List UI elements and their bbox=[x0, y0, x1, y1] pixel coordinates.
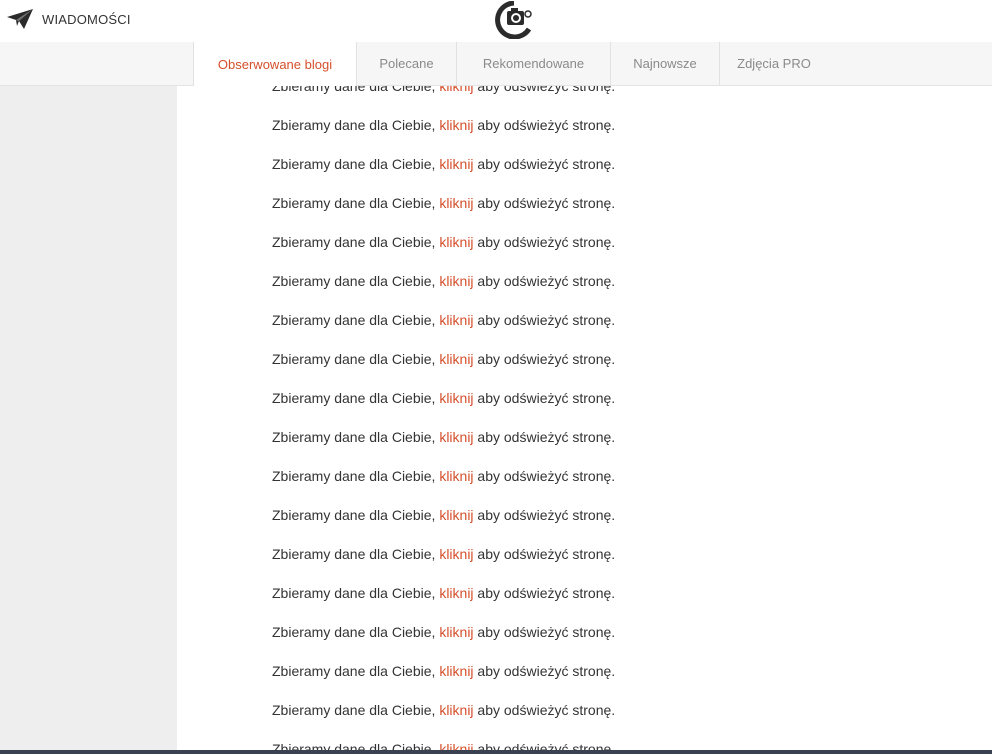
feed-message-after: aby odświeżyć stronę. bbox=[473, 312, 616, 328]
feed-message-after: aby odświeżyć stronę. bbox=[473, 546, 616, 562]
feed-item: Zbieramy dane dla Ciebie, kliknij aby od… bbox=[272, 621, 615, 660]
tab-zdjecia-pro[interactable]: Zdjęcia PRO bbox=[720, 42, 828, 85]
feed-message-before: Zbieramy dane dla Ciebie, bbox=[272, 195, 440, 211]
tab-obserwowane-blogi[interactable]: Obserwowane blogi bbox=[193, 42, 357, 86]
top-header: WIADOMOŚCI bbox=[0, 0, 992, 42]
feed-message-after: aby odświeżyć stronę. bbox=[473, 156, 616, 172]
feed-message-before: Zbieramy dane dla Ciebie, bbox=[272, 546, 440, 562]
refresh-link[interactable]: kliknij bbox=[439, 390, 473, 406]
feed-message-before: Zbieramy dane dla Ciebie, bbox=[272, 351, 440, 367]
feed-item: Zbieramy dane dla Ciebie, kliknij aby od… bbox=[272, 153, 615, 192]
refresh-link[interactable]: kliknij bbox=[439, 156, 473, 172]
feed-item: Zbieramy dane dla Ciebie, kliknij aby od… bbox=[272, 426, 615, 465]
feed-list: Zbieramy dane dla Ciebie, kliknij aby od… bbox=[272, 86, 615, 750]
refresh-link[interactable]: kliknij bbox=[439, 195, 473, 211]
refresh-link[interactable]: kliknij bbox=[439, 117, 473, 133]
refresh-link[interactable]: kliknij bbox=[439, 273, 473, 289]
refresh-link[interactable]: kliknij bbox=[439, 429, 473, 445]
feed-message-after: aby odświeżyć stronę. bbox=[473, 390, 616, 406]
feed-message-after: aby odświeżyć stronę. bbox=[473, 429, 616, 445]
tab-rekomendowane[interactable]: Rekomendowane bbox=[457, 42, 611, 85]
refresh-link[interactable]: kliknij bbox=[439, 546, 473, 562]
feed-item: Zbieramy dane dla Ciebie, kliknij aby od… bbox=[272, 114, 615, 153]
tab-polecane[interactable]: Polecane bbox=[357, 42, 457, 85]
feed-message-before: Zbieramy dane dla Ciebie, bbox=[272, 624, 440, 640]
bottom-strip bbox=[0, 750, 992, 754]
refresh-link[interactable]: kliknij bbox=[439, 741, 473, 750]
refresh-link[interactable]: kliknij bbox=[439, 702, 473, 718]
feed-message-before: Zbieramy dane dla Ciebie, bbox=[272, 429, 440, 445]
refresh-link[interactable]: kliknij bbox=[439, 585, 473, 601]
messages-label: WIADOMOŚCI bbox=[42, 11, 131, 27]
refresh-link[interactable]: kliknij bbox=[439, 312, 473, 328]
feed-item: Zbieramy dane dla Ciebie, kliknij aby od… bbox=[272, 504, 615, 543]
feed-message-after: aby odświeżyć stronę. bbox=[473, 117, 616, 133]
feed-message-before: Zbieramy dane dla Ciebie, bbox=[272, 507, 440, 523]
feed-item: Zbieramy dane dla Ciebie, kliknij aby od… bbox=[272, 387, 615, 426]
feed-item: Zbieramy dane dla Ciebie, kliknij aby od… bbox=[272, 309, 615, 348]
feed-message-after: aby odświeżyć stronę. bbox=[473, 273, 616, 289]
feed-item: Zbieramy dane dla Ciebie, kliknij aby od… bbox=[272, 86, 615, 114]
feed-message-before: Zbieramy dane dla Ciebie, bbox=[272, 741, 440, 750]
feed-message-after: aby odświeżyć stronę. bbox=[473, 585, 616, 601]
refresh-link[interactable]: kliknij bbox=[439, 468, 473, 484]
feed-item: Zbieramy dane dla Ciebie, kliknij aby od… bbox=[272, 543, 615, 582]
feed-message-after: aby odświeżyć stronę. bbox=[473, 741, 616, 750]
refresh-link[interactable]: kliknij bbox=[439, 234, 473, 250]
feed-item: Zbieramy dane dla Ciebie, kliknij aby od… bbox=[272, 738, 615, 750]
feed-message-after: aby odświeżyć stronę. bbox=[473, 234, 616, 250]
feed-message-before: Zbieramy dane dla Ciebie, bbox=[272, 117, 440, 133]
paper-plane-icon bbox=[6, 8, 34, 30]
feed-message-before: Zbieramy dane dla Ciebie, bbox=[272, 468, 440, 484]
feed-message-before: Zbieramy dane dla Ciebie, bbox=[272, 234, 440, 250]
feed-message-before: Zbieramy dane dla Ciebie, bbox=[272, 585, 440, 601]
feed-message-after: aby odświeżyć stronę. bbox=[473, 507, 616, 523]
feed-message-after: aby odświeżyć stronę. bbox=[473, 195, 616, 211]
tab-najnowsze[interactable]: Najnowsze bbox=[611, 42, 720, 85]
feed-message-after: aby odświeżyć stronę. bbox=[473, 702, 616, 718]
feed-message-before: Zbieramy dane dla Ciebie, bbox=[272, 273, 440, 289]
feed-item: Zbieramy dane dla Ciebie, kliknij aby od… bbox=[272, 582, 615, 621]
feed-content[interactable]: Zbieramy dane dla Ciebie, kliknij aby od… bbox=[177, 86, 992, 750]
feed-message-after: aby odświeżyć stronę. bbox=[473, 663, 616, 679]
refresh-link[interactable]: kliknij bbox=[439, 663, 473, 679]
refresh-link[interactable]: kliknij bbox=[439, 507, 473, 523]
feed-message-after: aby odświeżyć stronę. bbox=[473, 86, 616, 94]
feed-item: Zbieramy dane dla Ciebie, kliknij aby od… bbox=[272, 192, 615, 231]
feed-message-after: aby odświeżyć stronę. bbox=[473, 468, 616, 484]
feed-item: Zbieramy dane dla Ciebie, kliknij aby od… bbox=[272, 660, 615, 699]
feed-message-before: Zbieramy dane dla Ciebie, bbox=[272, 663, 440, 679]
messages-link[interactable]: WIADOMOŚCI bbox=[6, 8, 131, 30]
feed-item: Zbieramy dane dla Ciebie, kliknij aby od… bbox=[272, 270, 615, 309]
feed-message-before: Zbieramy dane dla Ciebie, bbox=[272, 390, 440, 406]
feed-message-before: Zbieramy dane dla Ciebie, bbox=[272, 156, 440, 172]
feed-item: Zbieramy dane dla Ciebie, kliknij aby od… bbox=[272, 465, 615, 504]
left-sidebar bbox=[0, 86, 177, 750]
feed-message-before: Zbieramy dane dla Ciebie, bbox=[272, 702, 440, 718]
feed-item: Zbieramy dane dla Ciebie, kliknij aby od… bbox=[272, 231, 615, 270]
feed-item: Zbieramy dane dla Ciebie, kliknij aby od… bbox=[272, 699, 615, 738]
refresh-link[interactable]: kliknij bbox=[439, 86, 473, 94]
feed-message-after: aby odświeżyć stronę. bbox=[473, 351, 616, 367]
feed-item: Zbieramy dane dla Ciebie, kliknij aby od… bbox=[272, 348, 615, 387]
refresh-link[interactable]: kliknij bbox=[439, 624, 473, 640]
camera-logo-icon[interactable] bbox=[494, 0, 534, 40]
feed-message-after: aby odświeżyć stronę. bbox=[473, 624, 616, 640]
refresh-link[interactable]: kliknij bbox=[439, 351, 473, 367]
tab-bar: Obserwowane blogi Polecane Rekomendowane… bbox=[0, 42, 992, 86]
feed-message-before: Zbieramy dane dla Ciebie, bbox=[272, 312, 440, 328]
feed-message-before: Zbieramy dane dla Ciebie, bbox=[272, 86, 440, 94]
